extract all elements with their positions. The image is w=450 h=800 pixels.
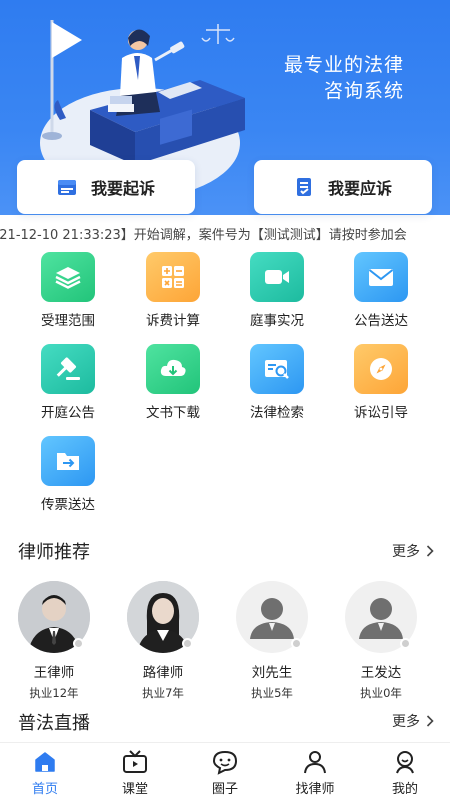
video-camera-icon: [250, 252, 304, 302]
service-announcement-delivery[interactable]: 公告送达: [336, 252, 426, 336]
tab-label: 课堂: [121, 782, 148, 797]
calculator-icon: [146, 252, 200, 302]
status-dot: [400, 638, 411, 649]
chevron-right-icon: [426, 715, 434, 727]
respond-lawsuit-label: 我要应诉: [327, 179, 392, 198]
lawyer-card[interactable]: 王律师 执业12年: [4, 581, 104, 701]
lawyer-name: 王发达: [360, 665, 402, 681]
broadcast-more-link[interactable]: 更多: [392, 711, 434, 731]
lawyer-years: 执业7年: [142, 686, 184, 700]
layers-icon: [41, 252, 95, 302]
tv-icon: [123, 750, 147, 773]
response-doc-icon: [296, 178, 311, 196]
lawyer-name: 刘先生: [251, 665, 293, 681]
service-acceptance-scope[interactable]: 受理范围: [23, 252, 113, 336]
service-label: 传票送达: [41, 497, 95, 513]
lawyers-more-link[interactable]: 更多: [392, 541, 434, 561]
tab-classroom[interactable]: 课堂: [100, 749, 170, 797]
service-label: 公告送达: [354, 313, 408, 329]
lawyer-years: 执业5年: [251, 686, 293, 700]
banner-slogan: 最专业的法律 咨询系统: [284, 52, 404, 104]
tab-label: 首页: [31, 782, 58, 797]
lawyer-years: 执业0年: [360, 686, 402, 700]
tab-home[interactable]: 首页: [10, 749, 80, 797]
service-summons-delivery[interactable]: 传票送达: [23, 436, 113, 520]
broadcast-section-title: 普法直播: [18, 713, 90, 734]
service-litigation-guide[interactable]: 诉讼引导: [336, 344, 426, 428]
respond-lawsuit-button[interactable]: 我要应诉: [254, 160, 432, 214]
notice-marquee[interactable]: 021-12-10 21:33:23】开始调解，案件号为【测试测试】请按时参加会: [0, 222, 450, 250]
gavel-icon: [41, 344, 95, 394]
lawyer-name: 路律师: [142, 665, 184, 681]
service-court-live[interactable]: 庭事实况: [232, 252, 322, 336]
slogan-line-2: 咨询系统: [323, 80, 404, 102]
service-label: 庭事实况: [250, 313, 304, 329]
file-lawsuit-label: 我要起诉: [90, 179, 155, 198]
lawyers-section-title: 律师推荐: [18, 542, 90, 563]
service-legal-search[interactable]: 法律检索: [232, 344, 322, 428]
notice-text: 021-12-10 21:33:23】开始调解，案件号为【测试测试】请按时参加会: [0, 228, 407, 243]
envelope-icon: [354, 252, 408, 302]
service-label: 受理范围: [41, 313, 95, 329]
slogan-line-1: 最专业的法律: [283, 54, 404, 76]
lawyer-name: 王律师: [33, 665, 75, 681]
status-dot: [291, 638, 302, 649]
service-hearing-notice[interactable]: 开庭公告: [23, 344, 113, 428]
lawyer-card[interactable]: 刘先生 执业5年: [222, 581, 322, 701]
tab-label: 圈子: [211, 782, 238, 797]
smile-user-icon: [396, 751, 414, 774]
lawyer-card[interactable]: 王发达 执业0年: [331, 581, 431, 701]
tab-circle[interactable]: 圈子: [190, 749, 260, 797]
bottom-tab-bar: 首页 课堂 圈子 找律师 我的: [0, 742, 450, 800]
more-label: 更多: [392, 714, 420, 730]
chat-bubble-icon: [212, 750, 238, 775]
search-document-icon: [250, 344, 304, 394]
service-label: 文书下载: [146, 405, 200, 421]
service-label: 诉讼引导: [354, 405, 408, 421]
service-label: 开庭公告: [41, 405, 95, 421]
service-label: 法律检索: [250, 405, 304, 421]
chevron-right-icon: [426, 545, 434, 557]
folder-arrow-icon: [41, 436, 95, 486]
tab-label: 找律师: [295, 782, 335, 797]
status-dot: [73, 638, 84, 649]
status-dot: [182, 638, 193, 649]
lawsuit-doc-icon: [57, 180, 76, 195]
lawyer-card[interactable]: 路律师 执业7年: [113, 581, 213, 701]
cloud-download-icon: [146, 344, 200, 394]
tab-find-lawyer[interactable]: 找律师: [280, 749, 350, 797]
tab-label: 我的: [391, 782, 418, 797]
more-label: 更多: [392, 544, 420, 560]
file-lawsuit-button[interactable]: 我要起诉: [17, 160, 195, 214]
service-label: 诉费计算: [146, 313, 200, 329]
person-icon: [304, 751, 326, 774]
compass-icon: [354, 344, 408, 394]
service-document-download[interactable]: 文书下载: [128, 344, 218, 428]
tab-mine[interactable]: 我的: [370, 749, 440, 797]
lawyer-years: 执业12年: [29, 686, 79, 700]
home-icon: [35, 752, 55, 772]
service-fee-calculator[interactable]: 诉费计算: [128, 252, 218, 336]
